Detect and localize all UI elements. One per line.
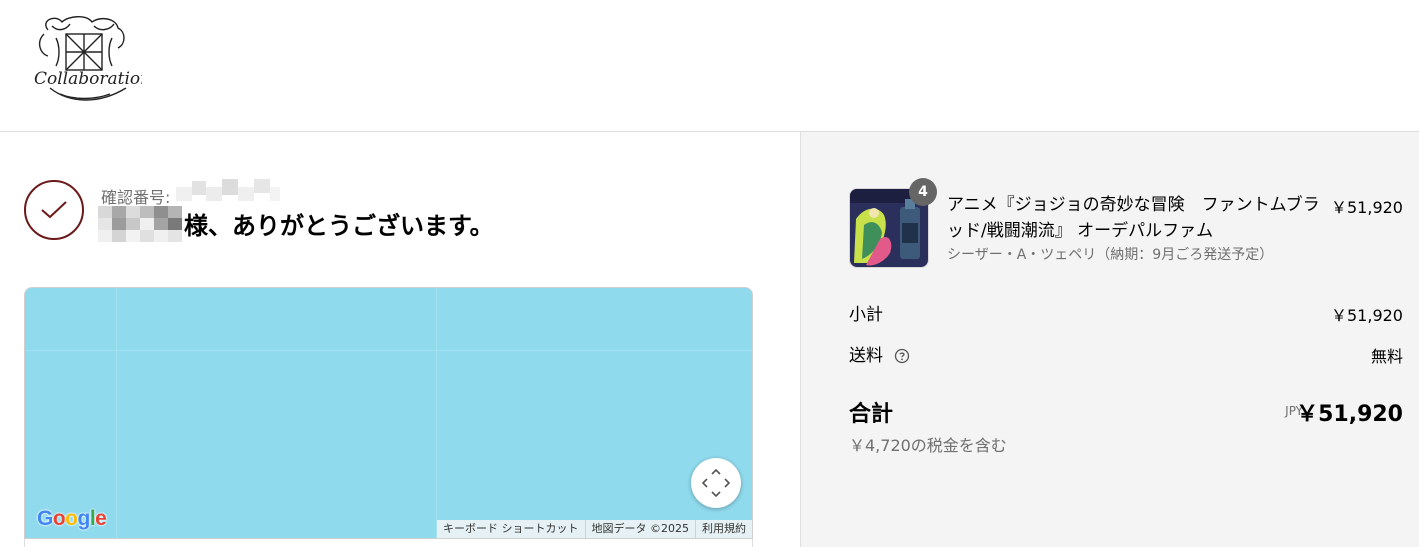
subtotal-label: 小計 (849, 305, 883, 325)
total-label: 合計 (849, 402, 894, 427)
total-value: ￥51,920 (1296, 402, 1403, 427)
redacted-confirmation-number (176, 177, 280, 207)
map-gridline (116, 288, 117, 538)
product-price: ￥51,920 (1331, 198, 1403, 217)
redacted-customer-name (98, 206, 186, 242)
main-content: 確認番号: 様、ありがとうございます。 Google キーボード ショートカット… (0, 132, 800, 547)
shipping-row: 送料 (849, 341, 910, 369)
quantity-badge: 4 (909, 178, 937, 206)
shipping-map[interactable]: Google キーボード ショートカット 地図データ ©2025 利用規約 (24, 287, 753, 539)
map-data-credit: 地図データ ©2025 (584, 520, 696, 538)
google-logo[interactable]: Google (37, 507, 107, 531)
map-panel-edge (24, 539, 753, 547)
move-arrows-icon (701, 468, 731, 498)
shipping-value: 無料 (1370, 347, 1403, 366)
keyboard-shortcuts-link[interactable]: キーボード ショートカット (437, 520, 585, 538)
thank-you-heading: 様、ありがとうございます。 (184, 212, 494, 240)
shipping-label: 送料 (849, 346, 883, 366)
logo-wordmark: Collaboration (34, 69, 142, 89)
order-confirmed-icon (24, 180, 84, 240)
product-title: アニメ『ジョジョの奇妙な冒険 ファントムブラッド/戦闘潮流』 オーデパルファム (947, 195, 1320, 241)
map-attribution-bar: キーボード ショートカット 地図データ ©2025 利用規約 (437, 520, 752, 538)
order-summary: 4 アニメ『ジョジョの奇妙な冒険 ファントムブラッド/戦闘潮流』 オーデパルファ… (800, 132, 1419, 547)
confirmation-number-label: 確認番号: (101, 188, 171, 207)
terms-link[interactable]: 利用規約 (695, 520, 752, 538)
subtotal-value: ￥51,920 (1331, 306, 1403, 325)
header: Collaboration (0, 0, 1419, 132)
product-variant: シーザー・A・ツェペリ（納期：9月ごろ発送予定） (947, 247, 1274, 263)
map-camera-control-button[interactable] (691, 458, 741, 508)
brand-logo[interactable]: Collaboration (30, 12, 151, 104)
map-gridline (25, 350, 752, 351)
map-gridline (436, 288, 437, 538)
tax-note: ￥4,720の税金を含む (849, 436, 1007, 455)
help-circle-icon[interactable] (894, 348, 910, 369)
